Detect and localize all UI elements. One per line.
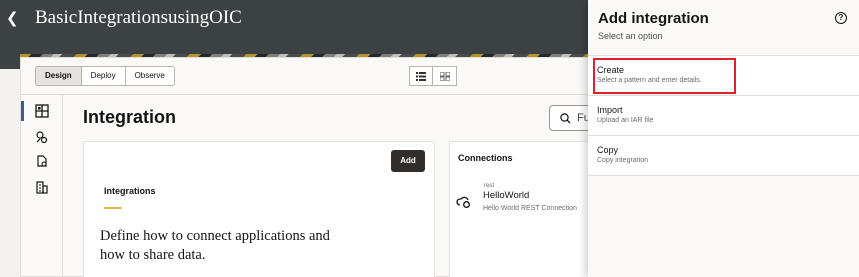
help-icon[interactable]: ? <box>835 12 847 24</box>
option-create[interactable]: Create Select a pattern and enter detail… <box>588 56 859 96</box>
add-integration-drawer: Add integration Select an option ? Creat… <box>588 0 859 277</box>
search-icon <box>560 112 571 123</box>
chevron-left-icon[interactable]: ❮ <box>6 9 19 27</box>
highlight-box <box>593 58 736 94</box>
rest-connection-icon <box>456 196 470 208</box>
connections-heading: Connections <box>458 153 513 163</box>
heading-underline <box>104 207 122 209</box>
page-title: Integration <box>83 107 176 127</box>
integrations-panel: Add Integrations Define how to connect a… <box>83 141 435 277</box>
view-toggle <box>409 66 457 86</box>
mode-toolbar: Design Deploy Observe <box>20 57 600 94</box>
integrations-description: Define how to connect applications and h… <box>100 228 330 263</box>
tab-observe[interactable]: Observe <box>125 66 175 86</box>
option-copy[interactable]: Copy Copy integration <box>588 136 859 176</box>
mode-switcher: Design Deploy Observe <box>35 66 175 86</box>
connections-panel: Connections rest HelloWorld Hello World … <box>449 141 601 277</box>
tab-deploy[interactable]: Deploy <box>81 66 126 86</box>
integrations-heading: Integrations <box>104 186 156 196</box>
connection-description: Hello World REST Connection <box>483 205 577 212</box>
connection-type: rest <box>484 183 495 189</box>
connection-name[interactable]: HelloWorld <box>483 190 529 201</box>
drawer-title: Add integration <box>598 10 709 27</box>
add-button[interactable]: Add <box>391 150 425 172</box>
list-view-icon[interactable] <box>409 66 433 86</box>
integration-icon[interactable] <box>21 99 63 123</box>
drawer-subtitle: Select an option <box>598 31 663 41</box>
option-description: Copy integration <box>597 157 648 164</box>
libraries-icon[interactable] <box>21 175 63 199</box>
option-description: Upload an IAR file <box>597 117 654 124</box>
workspace: Integration Fu Add Integrations Define h… <box>20 94 609 277</box>
project-title: BasicIntegrationsusingOIC <box>35 7 242 28</box>
option-title: Import <box>597 105 623 115</box>
option-import[interactable]: Import Upload an IAR file <box>588 96 859 136</box>
tab-design[interactable]: Design <box>35 66 82 86</box>
left-nav <box>21 95 63 277</box>
option-title: Copy <box>597 145 619 155</box>
lookups-icon[interactable] <box>21 149 63 173</box>
connections-icon[interactable] <box>21 125 63 149</box>
grid-view-icon[interactable] <box>433 66 457 86</box>
